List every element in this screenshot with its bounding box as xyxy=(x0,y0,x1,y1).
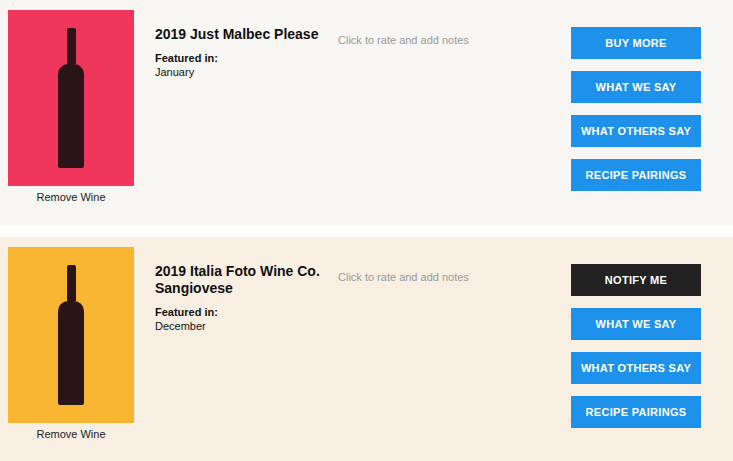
rate-link[interactable]: Click to rate and add notes xyxy=(338,33,469,47)
actions: BUY MORE WHAT WE SAY WHAT OTHERS SAY RECIPE… xyxy=(571,10,701,217)
actions: NOTIFY ME WHAT WE SAY WHAT OTHERS SAY RECIP… xyxy=(571,247,701,454)
wine-photo xyxy=(8,247,134,423)
wine-name: 2019 Just Malbec Please xyxy=(155,26,320,43)
wine-photo xyxy=(8,10,134,186)
wine-info: 2019 Italia Foto Wine Co. Sangiovese Feat… xyxy=(155,247,320,454)
action-button[interactable]: RECIPE PAIRINGS xyxy=(571,396,701,428)
wine-row: Remove Wine 2019 Italia Foto Wine Co. San… xyxy=(0,237,733,461)
featured-month: January xyxy=(155,65,320,79)
wine-info: 2019 Just Malbec Please Featured in:Janua… xyxy=(155,10,320,217)
action-button[interactable]: NOTIFY ME xyxy=(571,264,701,296)
wine-row: Remove Wine 2019 Just Malbec Please Featur… xyxy=(0,0,733,225)
action-button[interactable]: RECIPE PAIRINGS xyxy=(571,159,701,191)
wine-name: 2019 Italia Foto Wine Co. Sangiovese xyxy=(155,263,320,297)
bottle xyxy=(58,28,84,168)
wine-photo-column: Remove Wine xyxy=(8,10,134,217)
featured-label: Featured in: xyxy=(155,305,320,319)
wine-photo-column: Remove Wine xyxy=(8,247,134,454)
featured-month: December xyxy=(155,319,320,333)
action-button[interactable]: WHAT WE SAY xyxy=(571,308,701,340)
bottle xyxy=(58,265,84,405)
action-button[interactable]: BUY MORE xyxy=(571,27,701,59)
rating-column: Click to rate and add notes xyxy=(338,247,548,454)
rating-column: Click to rate and add notes xyxy=(338,10,548,217)
remove-wine-button[interactable]: Remove Wine xyxy=(36,426,105,442)
rate-link[interactable]: Click to rate and add notes xyxy=(338,270,469,284)
action-button[interactable]: WHAT OTHERS SAY xyxy=(571,115,701,147)
action-button[interactable]: WHAT OTHERS SAY xyxy=(571,352,701,384)
action-button[interactable]: WHAT WE SAY xyxy=(571,71,701,103)
wine-list: Remove Wine 2019 Just Malbec Please Featur… xyxy=(0,0,733,461)
featured-label: Featured in: xyxy=(155,51,320,65)
remove-wine-button[interactable]: Remove Wine xyxy=(36,189,105,205)
